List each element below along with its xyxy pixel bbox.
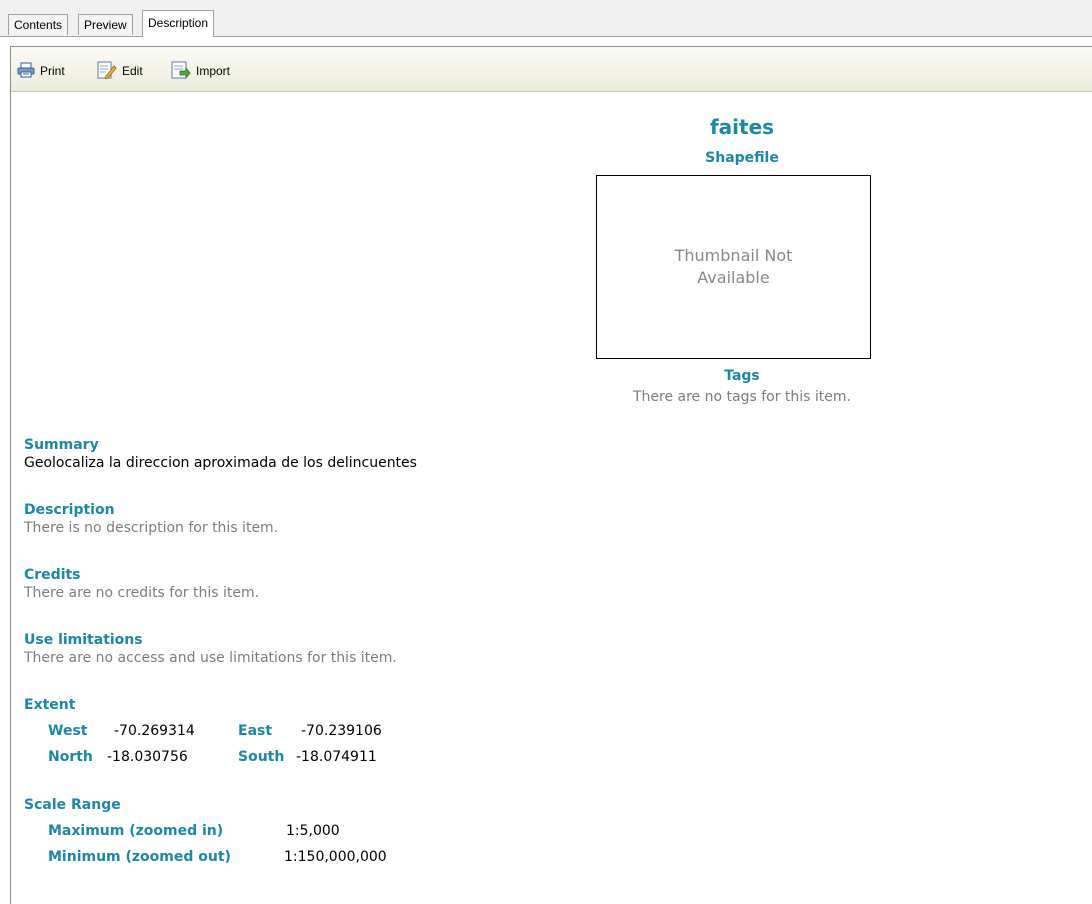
scale-min-value-wrap: 1:150,000,000 [284, 849, 387, 865]
thumbnail-text: Thumbnail Not Available [674, 246, 793, 287]
north-label: North [48, 749, 93, 765]
use-limitations-heading: Use limitations [24, 632, 143, 648]
scale-max-value: 1:5,000 [286, 823, 340, 839]
credits-text: There are no credits for this item. [24, 585, 260, 601]
extent-north: North [48, 749, 93, 765]
description-panel: Print Edit Import [10, 46, 1092, 904]
scale-min-value: 1:150,000,000 [284, 849, 387, 865]
import-button[interactable]: Import [171, 61, 230, 81]
extent-south: South [238, 749, 284, 765]
print-label: Print [40, 64, 65, 78]
description-heading: Description [24, 502, 115, 518]
tab-description[interactable]: Description [142, 10, 215, 37]
edit-label: Edit [122, 64, 143, 78]
tab-contents[interactable]: Contents [8, 14, 69, 35]
item-title: faites [709, 115, 775, 139]
scale-min: Minimum (zoomed out) [48, 849, 231, 865]
west-label: West [48, 723, 88, 739]
extent-heading: Extent [24, 697, 76, 713]
extent-south-value: -18.074911 [296, 749, 377, 765]
west-value: -70.269314 [114, 723, 195, 739]
tags-text: There are no tags for this item. [632, 389, 851, 405]
toolbar: Print Edit Import [11, 47, 1092, 92]
extent-west: West [48, 723, 87, 739]
use-limitations-text: There are no access and use limitations … [24, 650, 397, 666]
scale-max-value-wrap: 1:5,000 [286, 823, 340, 839]
thumbnail-placeholder: Thumbnail Not Available [596, 175, 871, 359]
summary-heading: Summary [24, 437, 99, 453]
south-label: South [238, 749, 285, 765]
item-type: Shapefile [705, 150, 779, 166]
scale-max: Maximum (zoomed in) [48, 823, 223, 839]
import-label: Import [196, 64, 231, 78]
description-text: There is no description for this item. [24, 520, 279, 536]
printer-icon [17, 62, 40, 81]
extent-east-value: -70.239106 [301, 723, 382, 739]
tab-preview[interactable]: Preview [78, 14, 133, 35]
east-value: -70.239106 [301, 723, 382, 739]
tags-heading: Tags [724, 368, 760, 384]
extent-north-value: -18.030756 [107, 749, 188, 765]
scale-max-label: Maximum (zoomed in) [48, 823, 224, 839]
extent-east: East [238, 723, 272, 739]
scale-min-label: Minimum (zoomed out) [48, 849, 231, 865]
south-value: -18.074911 [296, 749, 377, 765]
edit-button[interactable]: Edit [97, 61, 143, 81]
summary-text: Geolocaliza la direccion aproximada de l… [24, 455, 417, 471]
east-label: East [238, 723, 273, 739]
import-icon [171, 61, 196, 82]
scale-range-heading: Scale Range [24, 797, 121, 813]
print-button[interactable]: Print [17, 61, 65, 81]
credits-heading: Credits [24, 567, 81, 583]
tab-strip: Contents Preview Description [0, 0, 1092, 37]
edit-icon [97, 61, 122, 82]
extent-west-value: -70.269314 [114, 723, 195, 739]
north-value: -18.030756 [107, 749, 188, 765]
